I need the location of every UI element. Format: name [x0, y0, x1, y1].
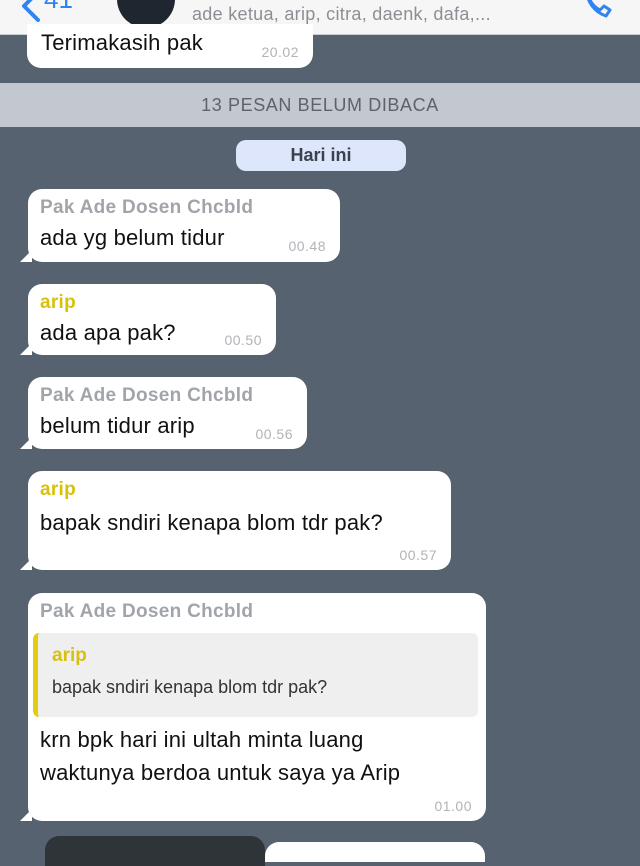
message-bubble[interactable]: Pak Ade Dosen Chcbld belum tidur arip 00…	[20, 377, 307, 449]
message-bubble[interactable]: arip bapak sndiri kenapa blom tdr pak? 0…	[20, 471, 451, 570]
message-sender[interactable]: arip	[40, 292, 264, 314]
message-text: ada yg belum tidur	[40, 225, 225, 250]
message-time: 00.56	[255, 426, 293, 442]
bubble-tail	[20, 437, 32, 449]
unread-count[interactable]: 41	[44, 0, 73, 15]
message-time: 00.57	[399, 547, 437, 563]
message-text-line: krn bpk hari ini ultah minta luang	[40, 727, 364, 752]
message-bubble[interactable]: arip ada apa pak? 00.50	[20, 284, 276, 355]
bubble-tail	[20, 343, 32, 355]
message-bubble[interactable]: Terimakasih pak 20.02	[27, 24, 313, 68]
date-separator: Hari ini	[236, 140, 406, 171]
message-text: bapak sndiri kenapa blom tdr pak?	[40, 510, 383, 535]
message-time: 01.00	[434, 798, 472, 814]
message-text-line: waktunya berdoa untuk saya ya Arip	[40, 760, 401, 785]
message-time: 20.02	[261, 44, 299, 60]
message-bubble[interactable]: Pak Ade Dosen Chcbld ada yg belum tidur …	[20, 189, 340, 262]
phone-icon[interactable]	[580, 0, 614, 20]
message-sender[interactable]: Pak Ade Dosen Chcbld	[40, 197, 328, 219]
group-members[interactable]: ade ketua, arip, citra, daenk, dafa,...	[192, 4, 491, 25]
bubble-tail	[20, 809, 32, 821]
chevron-left-icon[interactable]	[14, 0, 48, 22]
quote-sender: arip	[52, 645, 87, 666]
message-text: Terimakasih pak	[41, 30, 203, 55]
quote-text: bapak sndiri kenapa blom tdr pak?	[52, 677, 328, 697]
reply-quote[interactable]: arip bapak sndiri kenapa blom tdr pak?	[33, 633, 478, 717]
message-sender[interactable]: Pak Ade Dosen Chcbld	[40, 601, 474, 623]
message-time: 00.48	[288, 238, 326, 254]
unread-messages-banner: 13 PESAN BELUM DIBACA	[0, 83, 640, 127]
message-bubble-partial[interactable]	[265, 842, 485, 862]
media-message-partial[interactable]	[45, 836, 265, 866]
bubble-tail	[20, 558, 32, 570]
message-sender[interactable]: arip	[40, 479, 439, 501]
message-sender[interactable]: Pak Ade Dosen Chcbld	[40, 385, 295, 407]
bubble-tail	[20, 250, 32, 262]
message-time: 00.50	[224, 332, 262, 348]
